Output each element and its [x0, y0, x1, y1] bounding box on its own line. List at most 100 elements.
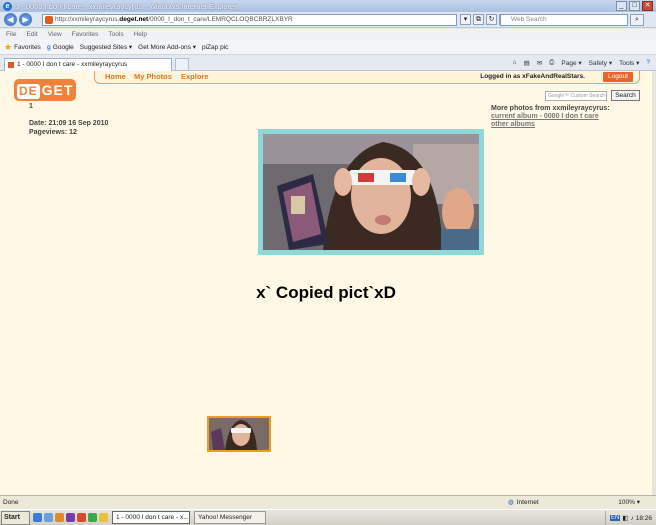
photo-date: Date: 21:09 16 Sep 2010 [29, 120, 109, 127]
new-tab-button[interactable] [175, 58, 189, 71]
print-icon[interactable]: ⎙ [549, 59, 554, 67]
command-bar: ⌂ ▤ ✉ ⎙ Page ▾ Safety ▾ Tools ▾ ? [513, 59, 650, 67]
compatibility-icon[interactable]: ⧉ [473, 14, 484, 25]
quick-launch-ie-icon[interactable] [33, 513, 42, 522]
tab-current[interactable]: 1 - 0000 I don t care - xxmileyraycyrus [4, 58, 172, 71]
menu-file[interactable]: File [6, 29, 16, 40]
status-text: Done [3, 499, 19, 506]
language-indicator[interactable]: EN [609, 515, 621, 521]
tab-favicon-icon [8, 62, 14, 68]
safety-menu[interactable]: Safety ▾ [589, 59, 613, 67]
status-zone: ◍ Internet [508, 496, 539, 509]
close-icon[interactable]: ✕ [642, 1, 653, 11]
address-domain: deget.net [119, 16, 149, 23]
search-icon[interactable]: ⌕ [630, 14, 644, 26]
current-album-link[interactable]: current album - 0000 I don t care [491, 113, 599, 120]
address-toolbar: ◀ ▶ http://xxmileyraycyrus.deget.net/000… [0, 12, 656, 28]
home-icon[interactable]: ⌂ [513, 59, 517, 67]
photo-thumbnail[interactable] [207, 416, 271, 452]
zone-label: Internet [516, 499, 539, 506]
mail-icon[interactable]: ✉ [537, 59, 542, 67]
logo-de: DE [17, 84, 40, 99]
web-search-input[interactable]: Web Search [500, 14, 628, 26]
menu-help[interactable]: Help [134, 29, 147, 40]
back-button[interactable]: ◀ [4, 13, 17, 26]
window-titlebar: e 1 - 0000 I don t care - xxmileyraycyru… [0, 0, 656, 12]
tab-label: 1 - 0000 I don t care - xxmileyraycyrus [17, 61, 128, 68]
nav-my-photos[interactable]: My Photos [134, 72, 172, 81]
quick-launch-desktop-icon[interactable] [44, 513, 53, 522]
nav-home[interactable]: Home [105, 72, 126, 81]
address-input[interactable]: http://xxmileyraycyrus.deget.net/0000_I_… [42, 14, 457, 26]
dropdown-icon[interactable]: ▾ [460, 14, 471, 25]
star-icon: ★ [4, 41, 13, 52]
page-menu[interactable]: Page ▾ [561, 59, 581, 67]
window-controls: _ □ ✕ [616, 1, 653, 11]
custom-search-input[interactable]: Google™ Custom Search [545, 91, 607, 101]
addons-label: Get More Add-ons ▾ [138, 44, 196, 51]
taskbar: Start 1 - 0000 I don t care - x... Yahoo… [0, 509, 656, 525]
quick-launch-messenger-icon[interactable] [66, 513, 75, 522]
favorites-button[interactable]: ★ Favorites [4, 42, 41, 53]
maximize-icon[interactable]: □ [629, 1, 640, 11]
menu-edit[interactable]: Edit [26, 29, 37, 40]
help-icon[interactable]: ? [646, 59, 650, 67]
start-button[interactable]: Start [1, 510, 30, 525]
task-ie-window[interactable]: 1 - 0000 I don t care - x... [112, 511, 190, 524]
logout-button[interactable]: Logout [603, 72, 633, 82]
deget-logo[interactable]: DE GET [14, 79, 76, 101]
minimize-icon[interactable]: _ [616, 1, 627, 11]
favorites-suggested-sites[interactable]: Suggested Sites ▾ [80, 43, 132, 51]
system-tray: EN ◧ ♪ 18:26 [604, 511, 656, 525]
address-prefix: http://xxmileyraycyrus. [55, 16, 120, 23]
menu-tools[interactable]: Tools [108, 29, 123, 40]
tools-menu[interactable]: Tools ▾ [619, 59, 639, 67]
page-content: Home My Photos Explore Logged in as xFak… [0, 71, 652, 495]
other-albums-link[interactable]: other albums [491, 121, 535, 128]
photo-image [263, 134, 479, 250]
pizap-label: piZap pic [202, 43, 229, 51]
tray-network-icon[interactable]: ◧ [622, 514, 628, 522]
photo-pageviews: Pageviews: 12 [29, 129, 77, 136]
photo-number: 1 [29, 103, 33, 110]
search-button[interactable]: Search [611, 90, 640, 101]
favorites-addons[interactable]: Get More Add-ons ▾ [138, 43, 196, 51]
logo-get: GET [41, 82, 74, 98]
quick-launch [33, 513, 108, 522]
quick-launch-browser-icon[interactable] [77, 513, 86, 522]
more-photos-title: More photos from xxmileyraycyrus: [491, 105, 610, 112]
tray-clock[interactable]: 18:26 [636, 515, 652, 522]
favorites-bar: ★ Favorites g Google Suggested Sites ▾ Get… [0, 40, 656, 55]
forward-button[interactable]: ▶ [19, 13, 32, 26]
photo-caption: x` Copied pict`xD [256, 283, 396, 302]
thumbnail-image [209, 418, 269, 450]
favorites-label: Favorites [14, 43, 41, 51]
menu-view[interactable]: View [48, 29, 62, 40]
site-favicon-icon [45, 16, 53, 24]
tab-bar: 1 - 0000 I don t care - xxmileyraycyrus … [0, 56, 656, 71]
page-scrollbar[interactable] [652, 71, 656, 495]
quick-launch-media-icon[interactable] [55, 513, 64, 522]
logged-in-text: Logged in as xFakeAndRealStars. [480, 73, 585, 80]
refresh-icon[interactable]: ↻ [486, 14, 497, 25]
status-bar: Done ◍ Internet 100% ▾ [0, 495, 656, 509]
address-suffix: /0000_I_don_t_care/LEMRQCLOQBCBRZLXBYR [148, 16, 293, 23]
google-icon: g [46, 43, 51, 51]
main-photo[interactable] [258, 129, 484, 255]
photo-meta: Date: 21:09 16 Sep 2010 Pageviews: 12 [29, 119, 108, 137]
favorites-pizap[interactable]: piZap pic [202, 44, 228, 51]
menu-bar: File Edit View Favorites Tools Help [0, 29, 656, 40]
nav-explore[interactable]: Explore [181, 72, 209, 81]
favorites-google[interactable]: g Google [47, 44, 74, 51]
zoom-control[interactable]: 100% ▾ [618, 496, 640, 509]
site-nav: Home My Photos Explore Logged in as xFak… [94, 71, 640, 84]
tray-volume-icon[interactable]: ♪ [630, 515, 633, 522]
quick-launch-folder-icon[interactable] [99, 513, 108, 522]
google-label: Google [52, 43, 74, 51]
globe-icon: ◍ [508, 499, 514, 506]
menu-favorites[interactable]: Favorites [72, 29, 99, 40]
feeds-icon[interactable]: ▤ [524, 59, 530, 67]
task-yahoo-messenger[interactable]: Yahoo! Messenger [194, 511, 266, 524]
suggested-label: Suggested Sites ▾ [79, 44, 133, 51]
quick-launch-app-icon[interactable] [88, 513, 97, 522]
